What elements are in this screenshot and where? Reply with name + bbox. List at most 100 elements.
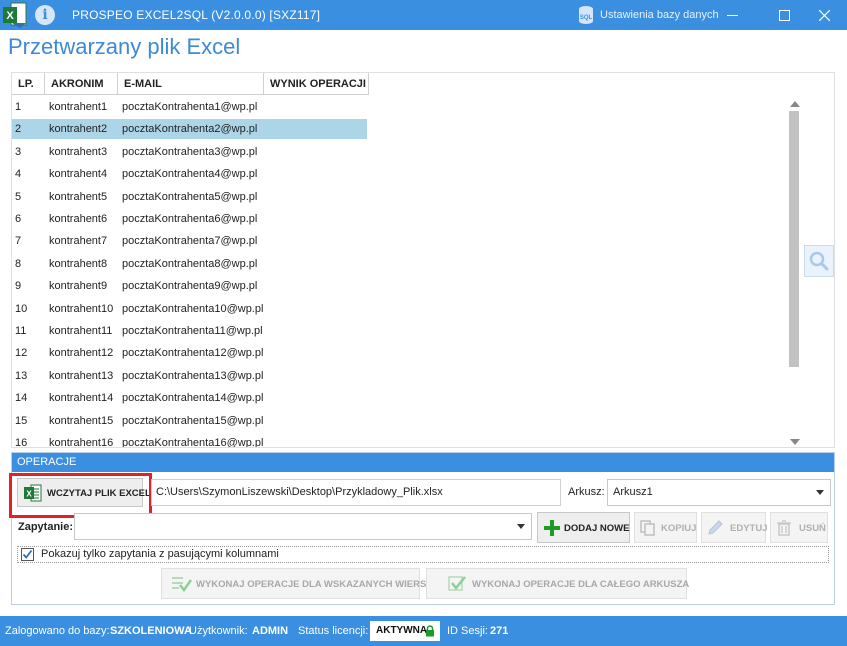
cell-akronim[interactable]: kontrahent12	[46, 342, 113, 364]
cell-wynik-operacji[interactable]	[265, 118, 268, 140]
cell-wynik-operacji[interactable]	[265, 253, 268, 275]
filter-queries-checkbox-row[interactable]: Pokazuj tylko zapytania z pasującymi kol…	[17, 546, 829, 563]
cell-email[interactable]: pocztaKontrahenta7@wp.pl	[119, 230, 257, 252]
cell-email[interactable]: pocztaKontrahenta9@wp.pl	[119, 275, 257, 297]
add-new-button[interactable]: DODAJ NOWE	[537, 512, 630, 543]
cell-akronim[interactable]: kontrahent7	[46, 230, 107, 252]
table-row[interactable]: 9 kontrahent9 pocztaKontrahenta9@wp.pl	[12, 275, 789, 297]
table-row[interactable]: 6 kontrahent6 pocztaKontrahenta6@wp.pl	[12, 208, 789, 230]
cell-lp[interactable]: 4	[12, 163, 21, 185]
query-select[interactable]	[74, 513, 532, 540]
cell-akronim[interactable]: kontrahent10	[46, 298, 113, 320]
cell-email[interactable]: pocztaKontrahenta8@wp.pl	[119, 253, 257, 275]
table-row[interactable]: 5 kontrahent5 pocztaKontrahenta5@wp.pl	[12, 186, 789, 208]
cell-lp[interactable]: 12	[12, 342, 27, 364]
minimize-button[interactable]	[709, 0, 755, 30]
cell-akronim[interactable]: kontrahent1	[46, 96, 107, 118]
cell-akronim[interactable]: kontrahent3	[46, 141, 107, 163]
database-settings-link[interactable]: Ustawienia bazy danych	[600, 9, 719, 21]
column-header-email[interactable]: E-MAIL	[118, 73, 264, 95]
table-row[interactable]: 8 kontrahent8 pocztaKontrahenta8@wp.pl	[12, 253, 789, 275]
cell-wynik-operacji[interactable]	[265, 320, 268, 342]
cell-wynik-operacji[interactable]	[265, 298, 268, 320]
cell-akronim[interactable]: kontrahent8	[46, 253, 107, 275]
database-sql-icon[interactable]: SQL	[577, 5, 595, 25]
cell-wynik-operacji[interactable]	[265, 342, 268, 364]
column-header-akronim[interactable]: AKRONIM	[45, 73, 118, 95]
cell-lp[interactable]: 16	[12, 432, 27, 447]
cell-wynik-operacji[interactable]	[265, 141, 268, 163]
cell-lp[interactable]: 2	[12, 118, 21, 140]
edit-button[interactable]: EDYTUJ	[701, 512, 767, 543]
cell-wynik-operacji[interactable]	[265, 208, 268, 230]
filter-queries-checkbox[interactable]	[21, 548, 34, 561]
cell-lp[interactable]: 15	[12, 410, 27, 432]
cell-email[interactable]: pocztaKontrahenta2@wp.pl	[119, 118, 257, 140]
cell-email[interactable]: pocztaKontrahenta10@wp.pl	[119, 298, 263, 320]
cell-email[interactable]: pocztaKontrahenta11@wp.pl	[119, 320, 263, 342]
table-row[interactable]: 2 kontrahent2 pocztaKontrahenta2@wp.pl	[12, 118, 789, 140]
cell-email[interactable]: pocztaKontrahenta4@wp.pl	[119, 163, 257, 185]
table-row[interactable]: 16 kontrahent16 pocztaKontrahenta16@wp.pl	[12, 432, 789, 447]
cell-akronim[interactable]: kontrahent16	[46, 432, 113, 447]
table-row[interactable]: 13 kontrahent13 pocztaKontrahenta13@wp.pl	[12, 365, 789, 387]
cell-email[interactable]: pocztaKontrahenta1@wp.pl	[119, 96, 257, 118]
cell-lp[interactable]: 13	[12, 365, 27, 387]
cell-email[interactable]: pocztaKontrahenta15@wp.pl	[119, 410, 263, 432]
cell-akronim[interactable]: kontrahent2	[46, 118, 107, 140]
cell-email[interactable]: pocztaKontrahenta16@wp.pl	[119, 432, 263, 447]
table-row[interactable]: 15 kontrahent15 pocztaKontrahenta15@wp.pl	[12, 410, 789, 432]
search-button[interactable]	[804, 245, 834, 277]
file-path-field[interactable]: C:\Users\SzymonLiszewski\Desktop\Przykla…	[151, 479, 561, 506]
delete-button[interactable]: USUŃ	[770, 512, 828, 543]
run-whole-sheet-button[interactable]: WYKONAJ OPERACJE DLA CAŁEGO ARKUSZA	[426, 568, 689, 599]
sheet-select[interactable]: Arkusz1	[607, 479, 831, 506]
cell-email[interactable]: pocztaKontrahenta3@wp.pl	[119, 141, 257, 163]
scroll-up-arrow-icon[interactable]	[790, 101, 800, 107]
cell-akronim[interactable]: kontrahent9	[46, 275, 107, 297]
scroll-down-arrow-icon[interactable]	[790, 439, 800, 445]
cell-lp[interactable]: 6	[12, 208, 21, 230]
cell-lp[interactable]: 11	[12, 320, 26, 342]
cell-wynik-operacji[interactable]	[265, 186, 268, 208]
cell-lp[interactable]: 8	[12, 253, 21, 275]
scrollbar-thumb[interactable]	[789, 111, 799, 367]
table-row[interactable]: 7 kontrahent7 pocztaKontrahenta7@wp.pl	[12, 230, 789, 252]
cell-email[interactable]: pocztaKontrahenta5@wp.pl	[119, 186, 257, 208]
cell-akronim[interactable]: kontrahent5	[46, 186, 107, 208]
cell-akronim[interactable]: kontrahent15	[46, 410, 113, 432]
cell-email[interactable]: pocztaKontrahenta14@wp.pl	[119, 387, 263, 409]
cell-wynik-operacji[interactable]	[265, 230, 268, 252]
cell-lp[interactable]: 9	[12, 275, 21, 297]
cell-akronim[interactable]: kontrahent6	[46, 208, 107, 230]
grid-vertical-scrollbar[interactable]	[788, 101, 802, 447]
cell-wynik-operacji[interactable]	[265, 432, 268, 447]
cell-wynik-operacji[interactable]	[265, 387, 268, 409]
table-row[interactable]: 4 kontrahent4 pocztaKontrahenta4@wp.pl	[12, 163, 789, 185]
table-row[interactable]: 1 kontrahent1 pocztaKontrahenta1@wp.pl	[12, 96, 789, 118]
cell-akronim[interactable]: kontrahent13	[46, 365, 113, 387]
run-selected-rows-button[interactable]: WYKONAJ OPERACJE DLA WSKAZANYCH WIERSZY	[161, 568, 438, 599]
cell-wynik-operacji[interactable]	[265, 275, 268, 297]
cell-wynik-operacji[interactable]	[265, 365, 268, 387]
table-row[interactable]: 12 kontrahent12 pocztaKontrahenta12@wp.pl	[12, 342, 789, 364]
cell-akronim[interactable]: kontrahent14	[46, 387, 113, 409]
table-row[interactable]: 11 kontrahent11 pocztaKontrahenta11@wp.pl	[12, 320, 789, 342]
table-row[interactable]: 14 kontrahent14 pocztaKontrahenta14@wp.pl	[12, 387, 789, 409]
cell-lp[interactable]: 10	[12, 298, 27, 320]
close-button[interactable]	[801, 0, 847, 30]
cell-wynik-operacji[interactable]	[265, 410, 268, 432]
cell-lp[interactable]: 3	[12, 141, 21, 163]
table-row[interactable]: 10 kontrahent10 pocztaKontrahenta10@wp.pl	[12, 298, 789, 320]
cell-wynik-operacji[interactable]	[265, 163, 268, 185]
cell-wynik-operacji[interactable]	[265, 96, 268, 118]
cell-email[interactable]: pocztaKontrahenta6@wp.pl	[119, 208, 257, 230]
cell-email[interactable]: pocztaKontrahenta12@wp.pl	[119, 342, 263, 364]
cell-akronim[interactable]: kontrahent4	[46, 163, 107, 185]
cell-akronim[interactable]: kontrahent11	[46, 320, 112, 342]
excel-data-grid[interactable]: LP. AKRONIM E-MAIL WYNIK OPERACJI 1 kontr…	[11, 72, 835, 448]
cell-lp[interactable]: 1	[12, 96, 21, 118]
info-icon[interactable]: i	[35, 5, 55, 25]
cell-email[interactable]: pocztaKontrahenta13@wp.pl	[119, 365, 263, 387]
table-row[interactable]: 3 kontrahent3 pocztaKontrahenta3@wp.pl	[12, 141, 789, 163]
